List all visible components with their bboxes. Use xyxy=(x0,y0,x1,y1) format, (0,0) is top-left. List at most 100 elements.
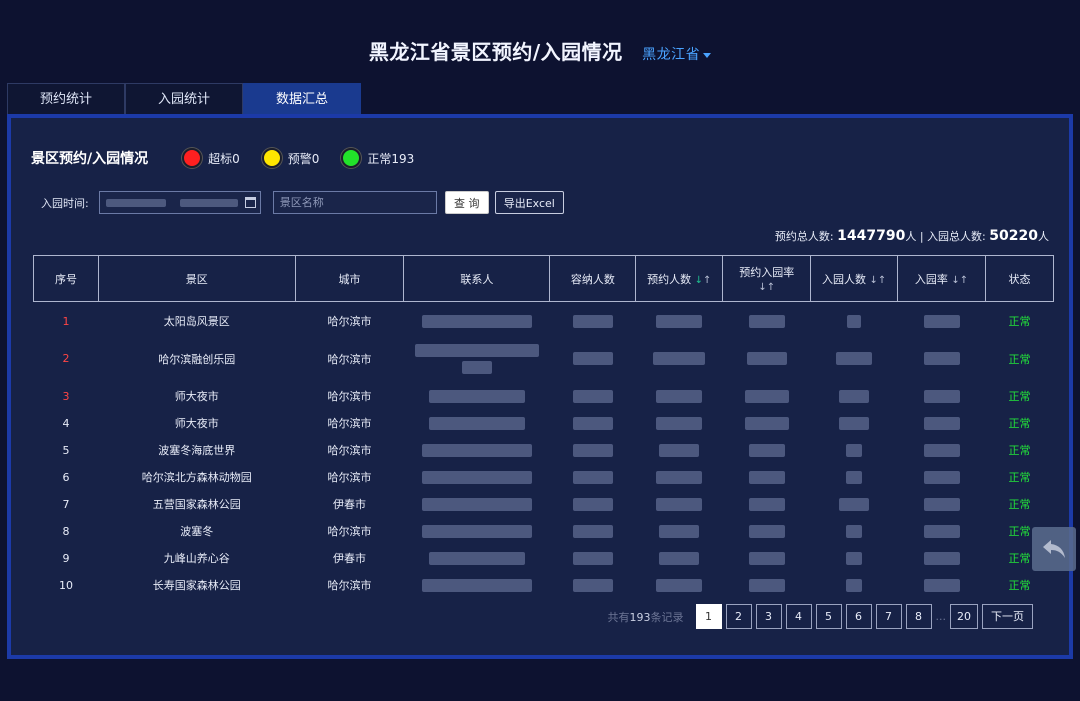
sort-asc-icon[interactable]: ↑ xyxy=(960,275,968,286)
row-booking-rate-redacted xyxy=(723,437,811,464)
tab-entry-stats[interactable]: 入园统计 xyxy=(125,83,243,115)
table-row[interactable]: 5 波塞冬海底世界 哈尔滨市 正常 xyxy=(34,437,1054,464)
row-booking-rate-redacted xyxy=(723,308,811,335)
redacted-date xyxy=(105,199,166,207)
page-button-2[interactable]: 2 xyxy=(725,604,752,629)
row-city: 哈尔滨市 xyxy=(327,525,372,538)
row-booking-redacted xyxy=(636,464,723,491)
tab-booking-stats[interactable]: 预约统计 xyxy=(7,83,125,115)
row-entry-redacted xyxy=(811,518,898,545)
row-entry-rate-redacted xyxy=(898,518,986,545)
pager-total-count: 193 xyxy=(629,610,651,624)
col-index: 序号 xyxy=(33,255,99,302)
row-contact-redacted xyxy=(404,545,550,572)
pager-total-suffix: 条记录 xyxy=(650,610,684,624)
row-booking-rate-redacted xyxy=(723,464,811,491)
row-city: 哈尔滨市 xyxy=(327,444,372,457)
row-scenic-name: 师大夜市 xyxy=(174,417,219,430)
calendar-icon[interactable] xyxy=(244,197,256,208)
page-button-8[interactable]: 8 xyxy=(905,604,932,629)
row-capacity-redacted xyxy=(550,335,636,383)
page-button-6[interactable]: 6 xyxy=(845,604,872,629)
row-index: 4 xyxy=(62,416,70,430)
tab-data-summary[interactable]: 数据汇总 xyxy=(243,83,361,115)
row-contact-redacted xyxy=(404,335,550,383)
page-button-4[interactable]: 4 xyxy=(785,604,812,629)
booking-total-value: 1447790 xyxy=(837,228,906,244)
scenic-name-input[interactable] xyxy=(272,191,437,214)
row-status: 正常 xyxy=(1008,352,1031,366)
row-booking-rate-redacted xyxy=(723,383,811,410)
col-booking-entry-rate-label: 预约入园率 xyxy=(739,266,795,279)
row-entry-rate-redacted xyxy=(898,545,986,572)
col-entry[interactable]: 入园人数 ↓↑ xyxy=(810,255,899,302)
col-booking-entry-rate[interactable]: 预约入园率 ↓↑ xyxy=(722,255,812,302)
pager-total-prefix: 共有 xyxy=(607,610,630,624)
row-entry-rate-redacted xyxy=(898,335,986,383)
row-city: 哈尔滨市 xyxy=(327,579,372,592)
row-booking-redacted xyxy=(636,308,723,335)
row-capacity-redacted xyxy=(550,491,636,518)
page-button-3[interactable]: 3 xyxy=(755,604,782,629)
sort-desc-icon[interactable]: ↓ xyxy=(758,282,766,293)
tab-bar: 预约统计 入园统计 数据汇总 xyxy=(7,83,361,115)
table-row[interactable]: 7 五营国家森林公园 伊春市 正常 xyxy=(34,491,1054,518)
table-row[interactable]: 6 哈尔滨北方森林动物园 哈尔滨市 正常 xyxy=(34,464,1054,491)
sort-desc-icon[interactable]: ↓ xyxy=(695,275,703,286)
booking-total-label: 预约总人数: xyxy=(774,230,834,243)
row-booking-rate-redacted xyxy=(723,410,811,437)
export-excel-button[interactable]: 导出Excel xyxy=(494,191,564,214)
legend-over-limit: 超标0 xyxy=(182,148,240,168)
sort-desc-icon[interactable]: ↓ xyxy=(951,275,959,286)
page-button-1[interactable]: 1 xyxy=(695,604,722,629)
sort-asc-icon[interactable]: ↑ xyxy=(878,275,886,286)
page-button-7[interactable]: 7 xyxy=(875,604,902,629)
page-button-5[interactable]: 5 xyxy=(815,604,842,629)
table-header-row: 序号 景区 城市 联系人 容纳人数 预约人数 ↓↑ 预约入园率 ↓↑ 入园人数 … xyxy=(33,255,1054,302)
table-row[interactable]: 1 太阳岛风景区 哈尔滨市 正常 xyxy=(34,308,1054,335)
row-status: 正常 xyxy=(1008,471,1031,484)
unit: 人 xyxy=(905,230,917,243)
query-button[interactable]: 查 询 xyxy=(444,191,489,214)
col-city: 城市 xyxy=(294,255,405,302)
row-entry-redacted xyxy=(811,545,898,572)
table-row[interactable]: 4 师大夜市 哈尔滨市 正常 xyxy=(34,410,1054,437)
row-capacity-redacted xyxy=(550,437,636,464)
row-booking-redacted xyxy=(636,518,723,545)
next-page-button[interactable]: 下一页 xyxy=(982,604,1033,629)
row-scenic-name: 九峰山养心谷 xyxy=(163,552,230,565)
row-entry-rate-redacted xyxy=(898,437,986,464)
page-button-last[interactable]: 20 xyxy=(950,604,978,629)
row-scenic-name: 五营国家森林公园 xyxy=(152,498,241,511)
legend-warning-label: 预警0 xyxy=(287,151,320,166)
row-status: 正常 xyxy=(1008,315,1031,328)
row-scenic-name: 波塞冬 xyxy=(180,525,214,538)
table-row[interactable]: 3 师大夜市 哈尔滨市 正常 xyxy=(34,383,1054,410)
table-row[interactable]: 9 九峰山养心谷 伊春市 正常 xyxy=(34,545,1054,572)
row-entry-redacted xyxy=(811,410,898,437)
col-scenic: 景区 xyxy=(97,255,296,302)
col-entry-rate[interactable]: 入园率 ↓↑ xyxy=(897,255,986,302)
row-city: 哈尔滨市 xyxy=(327,417,372,430)
row-entry-redacted xyxy=(811,383,898,410)
back-button[interactable] xyxy=(1032,527,1076,571)
sort-asc-icon[interactable]: ↑ xyxy=(767,282,775,293)
row-entry-redacted xyxy=(811,464,898,491)
redacted-date xyxy=(179,199,238,207)
row-contact-redacted xyxy=(404,410,550,437)
row-index: 3 xyxy=(62,389,70,403)
col-booking[interactable]: 预约人数 ↓↑ xyxy=(635,255,724,302)
red-dot-icon xyxy=(182,148,203,168)
region-dropdown[interactable]: 黑龙江省 xyxy=(642,47,712,63)
table-row[interactable]: 8 波塞冬 哈尔滨市 正常 xyxy=(34,518,1054,545)
sort-asc-icon[interactable]: ↑ xyxy=(703,275,711,286)
sort-desc-icon[interactable]: ↓ xyxy=(870,275,878,286)
row-booking-rate-redacted xyxy=(723,545,811,572)
legend-over-limit-label: 超标0 xyxy=(208,151,240,166)
table-row[interactable]: 2 哈尔滨融创乐园 哈尔滨市 正常 xyxy=(34,335,1054,383)
table-row[interactable]: 10 长寿国家森林公园 哈尔滨市 正常 xyxy=(34,572,1054,599)
panel-title-row: 景区预约/入园情况 超标0 预警0 正常193 xyxy=(31,148,436,168)
return-arrow-icon xyxy=(1043,540,1065,558)
row-scenic-name: 太阳岛风景区 xyxy=(163,315,230,328)
date-range-input[interactable] xyxy=(98,191,261,214)
